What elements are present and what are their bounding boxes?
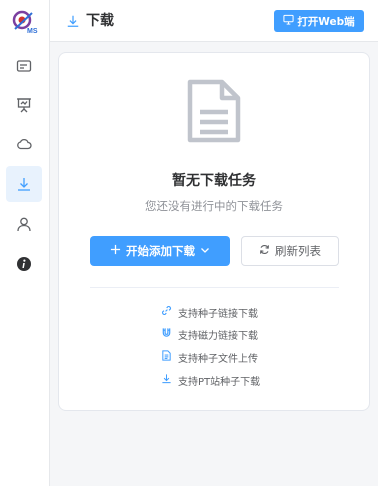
- feature-label: 支持PT站种子下载: [178, 376, 261, 388]
- empty-state-subtitle: 您还没有进行中的下载任务: [145, 199, 283, 213]
- sidebar: MS: [0, 0, 50, 486]
- sidebar-item-card[interactable]: [6, 48, 42, 84]
- link-icon: [161, 305, 172, 319]
- download-icon: [66, 13, 80, 32]
- sidebar-item-info[interactable]: [6, 246, 42, 282]
- user-icon: [16, 216, 32, 232]
- feature-label: 支持种子链接下载: [178, 308, 258, 320]
- open-web-button[interactable]: 打开Web端: [274, 10, 364, 32]
- logo-text: MS: [27, 28, 38, 35]
- downloads-card: 暂无下载任务 您还没有进行中的下载任务 开始添加下载 刷新列表 支持种子链接下载…: [58, 52, 370, 411]
- refresh-icon: [259, 244, 270, 258]
- file-icon: [161, 350, 172, 364]
- divider: [90, 287, 339, 288]
- download-icon: [161, 373, 172, 387]
- feature-item: 支持种子文件上传: [161, 349, 258, 365]
- download-icon: [16, 176, 32, 192]
- card-icon: [16, 58, 32, 74]
- page-title: 下载: [86, 13, 114, 29]
- app-logo[interactable]: MS: [12, 9, 38, 35]
- sidebar-item-user[interactable]: [6, 206, 42, 242]
- feature-label: 支持种子文件上传: [178, 353, 258, 365]
- add-download-button-label: 开始添加下载: [126, 244, 195, 258]
- monitor-icon: [283, 14, 294, 28]
- refresh-list-button-label: 刷新列表: [275, 244, 321, 258]
- info-icon: [16, 256, 32, 272]
- document-icon: [186, 79, 242, 147]
- feature-label: 支持磁力链接下载: [178, 330, 258, 342]
- magnet-icon: [161, 327, 172, 341]
- feature-item: 支持种子链接下载: [161, 304, 258, 320]
- chevron-down-icon: [200, 244, 210, 258]
- plus-icon: [110, 244, 121, 258]
- feature-item: 支持磁力链接下载: [161, 326, 258, 342]
- presentation-icon: [16, 97, 32, 113]
- open-web-button-label: 打开Web端: [297, 15, 355, 28]
- sidebar-item-presentation[interactable]: [6, 87, 42, 123]
- sidebar-item-cloud[interactable]: [6, 126, 42, 162]
- sidebar-item-download[interactable]: [6, 166, 42, 202]
- add-download-button[interactable]: 开始添加下载: [90, 236, 230, 266]
- empty-state-title: 暂无下载任务: [172, 173, 256, 189]
- refresh-list-button[interactable]: 刷新列表: [241, 236, 339, 266]
- header: 下载 打开Web端: [50, 0, 378, 42]
- cloud-icon: [16, 136, 32, 152]
- feature-item: 支持PT站种子下载: [161, 372, 260, 388]
